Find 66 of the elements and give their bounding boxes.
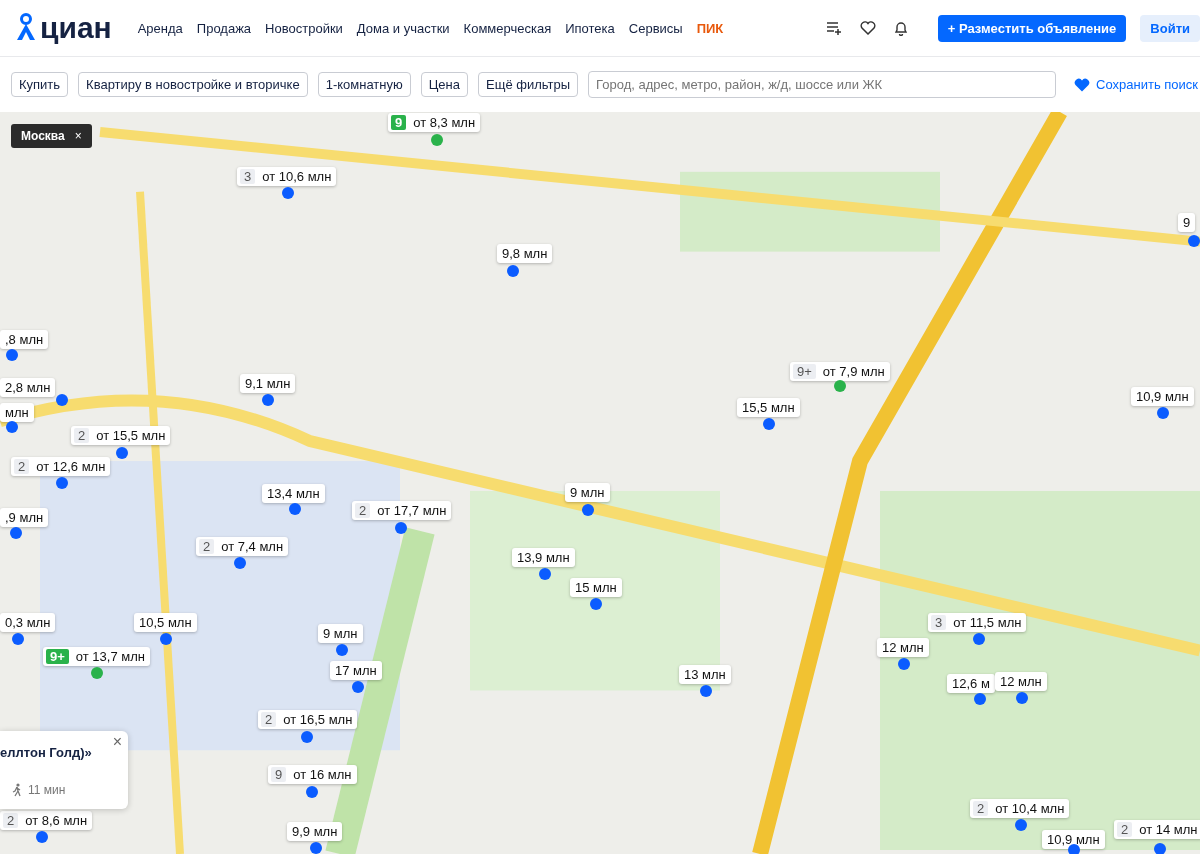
price-marker[interactable]: 9+ от 7,9 млн — [790, 362, 890, 381]
heart-icon[interactable] — [859, 21, 876, 35]
price-marker[interactable]: 10,5 млн — [134, 613, 197, 632]
nav-link[interactable]: ПИК — [696, 20, 724, 36]
login-button[interactable]: Войти — [1140, 14, 1200, 42]
nav-link[interactable]: Ипотека — [565, 20, 615, 36]
location-dot[interactable] — [1068, 844, 1080, 854]
price-marker[interactable]: 9 млн — [565, 483, 610, 502]
price-marker[interactable]: 12,6 м — [947, 674, 995, 693]
price-marker[interactable]: 2,8 млн — [0, 378, 56, 397]
filter-button[interactable]: Купить — [11, 72, 69, 97]
price-marker[interactable]: ,8 млн — [0, 330, 49, 349]
price-marker[interactable]: 9 от 16 млн — [268, 765, 357, 784]
price-marker[interactable]: 13,4 млн — [262, 484, 325, 503]
walking-person-icon — [12, 783, 22, 797]
nav-link[interactable]: Продажа — [196, 20, 252, 36]
price-marker[interactable]: 9,8 млн — [497, 244, 553, 263]
post-ad-button[interactable]: + Разместить объявление — [937, 14, 1127, 42]
price-marker[interactable]: 15 млн — [570, 578, 622, 597]
logo[interactable]: циан — [14, 13, 112, 43]
price-marker[interactable]: ,9 млн — [0, 508, 49, 527]
price-marker[interactable]: 3 от 10,6 млн — [237, 167, 337, 186]
location-dot[interactable] — [1154, 843, 1166, 854]
price-marker[interactable]: 2 от 12,6 млн — [11, 457, 111, 476]
price-marker[interactable]: 2 от 10,4 млн — [970, 799, 1070, 818]
price-marker[interactable]: 9+ от 13,7 млн — [43, 647, 150, 666]
filter-button[interactable]: Цена — [420, 72, 468, 97]
compare-list-icon[interactable] — [825, 21, 842, 35]
complex-title: еллтон Голд)» — [0, 745, 92, 760]
close-button[interactable]: × — [112, 733, 122, 751]
filter-button[interactable]: Ещё фильтры — [478, 72, 579, 97]
walk-time: 11 мин — [28, 783, 66, 797]
nav-link[interactable]: Сервисы — [628, 20, 683, 36]
price-marker[interactable]: 9 млн — [318, 624, 363, 643]
nav-link[interactable]: Дома и участки — [356, 20, 450, 36]
price-marker[interactable]: 2 от 16,5 млн — [258, 710, 358, 729]
heart-icon — [1074, 77, 1091, 92]
price-marker[interactable]: 12 млн — [877, 638, 929, 657]
filter-button[interactable]: Квартиру в новостройке и вторичке — [78, 72, 308, 97]
price-marker[interactable]: 13,9 млн — [512, 548, 575, 567]
price-marker[interactable]: 3 от 11,5 млн — [928, 613, 1027, 632]
price-marker[interactable]: 9,1 млн — [240, 374, 296, 393]
price-marker[interactable]: 9,9 млн — [287, 822, 343, 841]
bell-icon[interactable] — [893, 20, 908, 36]
save-search-link[interactable]: Сохранить поиск — [1074, 77, 1198, 92]
price-marker[interactable]: 0,3 млн — [0, 613, 56, 632]
price-marker[interactable]: 12 млн — [995, 672, 1047, 691]
search-field[interactable]: Город, адрес, метро, район, ж/д, шоссе или ЖК — [588, 71, 1057, 98]
price-marker[interactable]: 13 млн — [679, 665, 731, 684]
price-marker[interactable]: млн — [0, 403, 34, 422]
price-marker[interactable]: 17 млн — [330, 661, 382, 680]
filter-button[interactable]: 1-комнатную — [317, 72, 411, 97]
nav-link[interactable]: Новостройки — [265, 20, 343, 36]
price-marker[interactable]: 2 от 8,6 млн — [0, 811, 93, 830]
price-marker[interactable]: 2 от 7,4 млн — [196, 537, 289, 556]
nav-link[interactable]: Коммерческая — [463, 20, 552, 36]
price-marker[interactable]: 9 от 8,3 млн — [388, 113, 481, 132]
price-marker[interactable]: 10,9 млн — [1131, 387, 1194, 406]
price-marker[interactable]: 9 — [1178, 213, 1196, 232]
price-marker[interactable]: 2 от 15,5 млн — [71, 426, 171, 445]
price-marker[interactable]: 10,9 млн — [1042, 830, 1105, 849]
price-marker[interactable]: 2 от 17,7 млн — [352, 501, 452, 520]
price-marker[interactable]: 2 от 14 млн — [1114, 820, 1200, 839]
city-filter-chip[interactable]: Москва × — [11, 124, 92, 148]
nav-link[interactable]: Аренда — [137, 20, 183, 36]
price-marker[interactable]: 15,5 млн — [737, 398, 800, 417]
